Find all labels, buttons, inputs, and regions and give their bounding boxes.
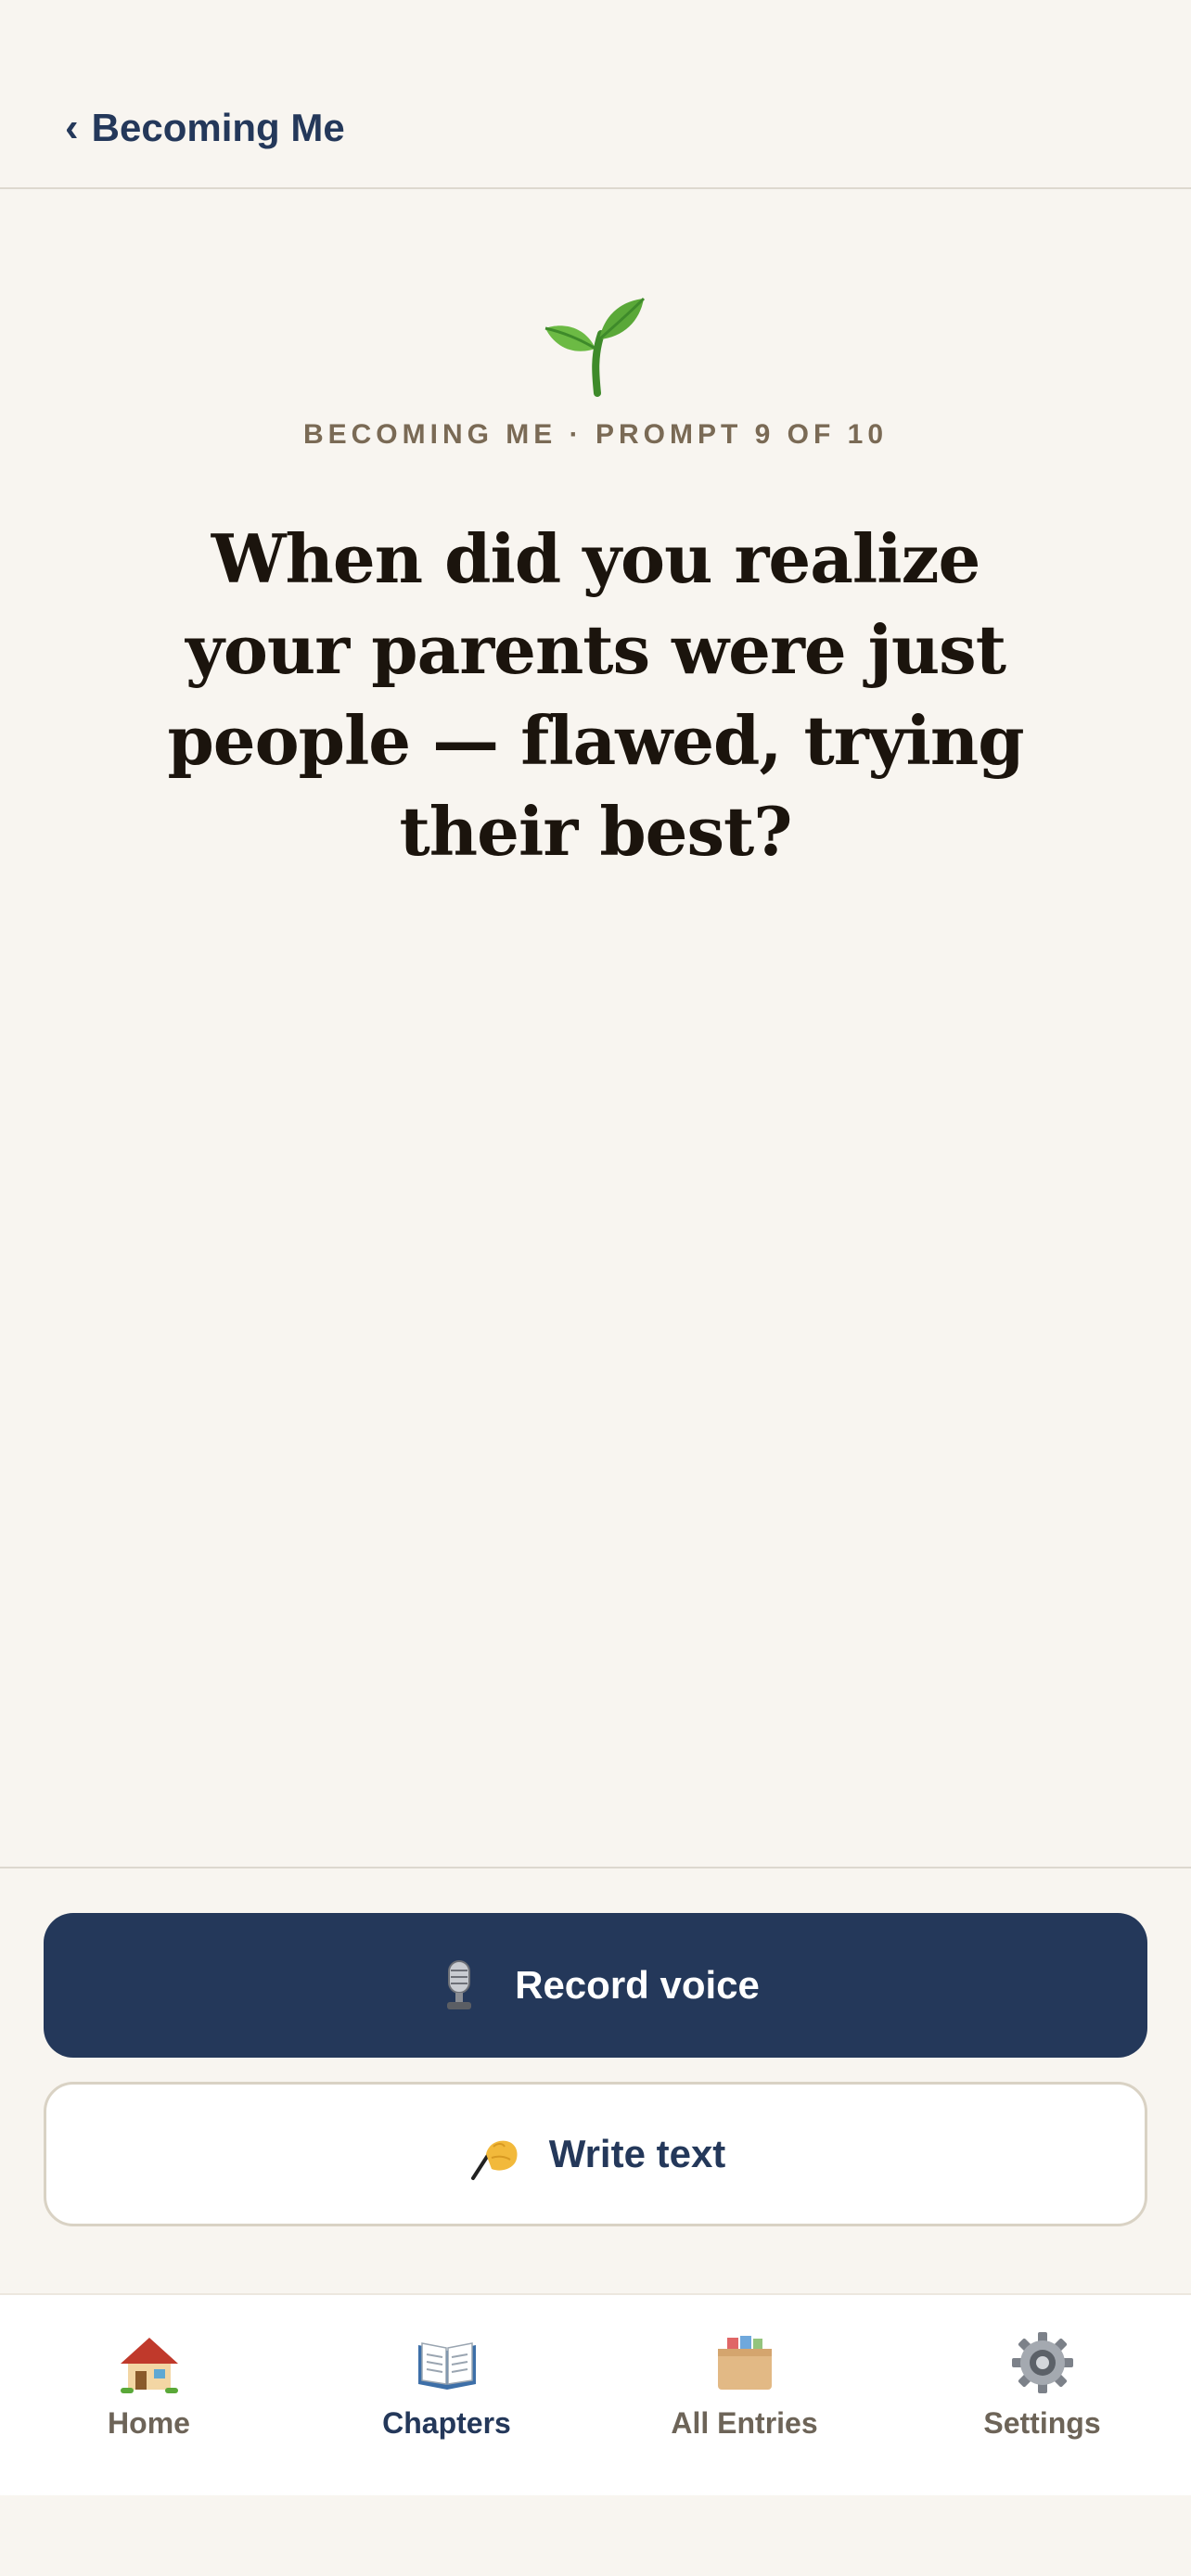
- tab-settings[interactable]: Settings: [893, 2295, 1191, 2495]
- record-voice-button[interactable]: Record voice: [44, 1913, 1147, 2058]
- tab-home[interactable]: Home: [0, 2295, 298, 2495]
- microphone-icon: [447, 1960, 472, 2009]
- chevron-left-icon: ‹: [65, 105, 79, 150]
- tab-chapters[interactable]: Chapters: [298, 2295, 596, 2495]
- house-icon: [120, 2338, 178, 2393]
- prompt-content: BECOMING ME · PROMPT 9 OF 10 When did yo…: [0, 189, 1191, 1868]
- back-button[interactable]: ‹ Becoming Me: [65, 106, 345, 150]
- tab-all-entries[interactable]: All Entries: [596, 2295, 893, 2495]
- open-book-icon: [417, 2342, 476, 2390]
- write-text-button[interactable]: Write text: [44, 2082, 1147, 2226]
- sprout-icon: [544, 297, 646, 397]
- write-text-label: Write text: [548, 2132, 726, 2175]
- tab-all-entries-label: All Entries: [671, 2406, 818, 2440]
- record-voice-label: Record voice: [515, 1963, 760, 2007]
- tab-settings-label: Settings: [983, 2406, 1101, 2440]
- bottom-tab-bar: Home Chapters All Entries Settings: [0, 2293, 1191, 2495]
- home-indicator-area: [0, 2495, 1191, 2576]
- prompt-progress-label: BECOMING ME · PROMPT 9 OF 10: [302, 419, 889, 450]
- tab-home-label: Home: [108, 2406, 190, 2440]
- top-nav-bar: ‹ Becoming Me: [0, 0, 1191, 189]
- card-file-box-icon: [717, 2336, 772, 2390]
- back-button-label: Becoming Me: [91, 106, 345, 149]
- tab-chapters-label: Chapters: [382, 2406, 511, 2440]
- gear-icon: [1011, 2332, 1073, 2393]
- writing-hand-icon: [470, 2140, 518, 2180]
- prompt-question: When did you realize your parents were j…: [167, 519, 1024, 871]
- response-actions: Record voice Write text: [0, 1867, 1191, 2293]
